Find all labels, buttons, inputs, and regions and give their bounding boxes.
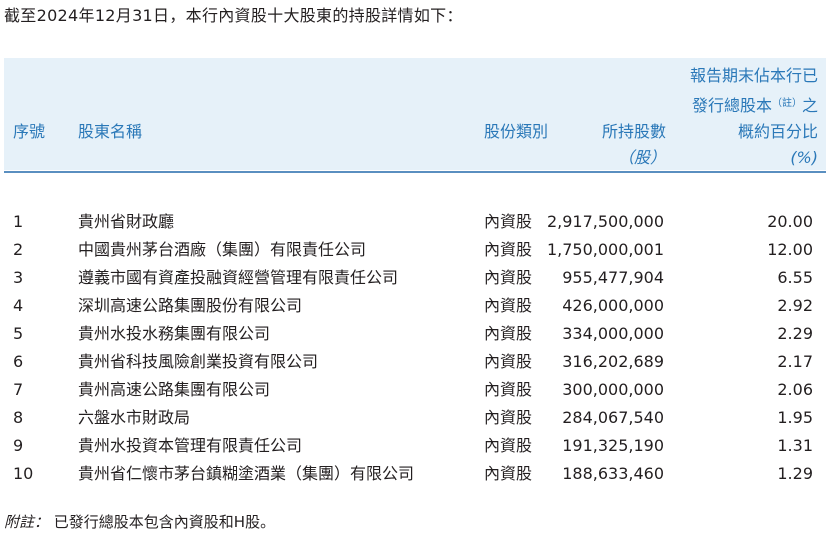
header-pct-note: （註） [771,98,802,109]
table-row: 6 貴州省科技風險創業投資有限公司 內資股 316,202,689 2.17 [0,348,832,376]
table-row: 5 貴州水投水務集團有限公司 內資股 334,000,000 2.29 [0,320,832,348]
row-no: 6 [13,352,24,371]
row-type: 內資股 [484,212,533,231]
row-no: 10 [13,464,34,483]
intro-text: 截至2024年12月31日，本行內資股十大股東的持股詳情如下： [4,6,463,25]
header-pct-line2: 發行總股本（註）之 [692,90,818,120]
row-type: 內資股 [484,240,533,259]
row-type: 內資股 [484,436,533,455]
row-type: 內資股 [484,324,533,343]
row-name: 貴州高速公路集團有限公司 [78,380,271,399]
row-no: 3 [13,268,24,287]
row-shares: 334,000,000 [562,324,664,343]
header-pct-unit: (%) [790,148,818,167]
table-row: 10 貴州省仁懷市茅台鎮糊塗酒業（集團）有限公司 內資股 188,633,460… [0,460,832,488]
header-type: 股份類別 [484,122,549,141]
row-shares: 316,202,689 [562,352,664,371]
row-shares: 284,067,540 [562,408,664,427]
table-row: 4 深圳高速公路集團股份有限公司 內資股 426,000,000 2.92 [0,292,832,320]
table-row: 9 貴州水投資本管理有限責任公司 內資股 191,325,190 1.31 [0,432,832,460]
row-pct: 2.92 [777,296,813,315]
row-pct: 6.55 [777,268,813,287]
row-name: 六盤水市財政局 [78,408,191,427]
row-type: 內資股 [484,268,533,287]
row-no: 4 [13,296,24,315]
row-shares: 426,000,000 [562,296,664,315]
footnote: 附註： 已發行總股本包含內資股和H股。 [4,510,275,534]
row-shares: 188,633,460 [562,464,664,483]
row-type: 內資股 [484,380,533,399]
row-name: 貴州水投水務集團有限公司 [78,324,271,343]
row-type: 內資股 [484,408,533,427]
row-name: 貴州水投資本管理有限責任公司 [78,436,303,455]
row-name: 貴州省科技風險創業投資有限公司 [78,352,319,371]
header-divider [4,171,826,173]
row-type: 內資股 [484,464,533,483]
footnote-text: 已發行總股本包含內資股和H股。 [53,513,276,531]
row-name: 深圳高速公路集團股份有限公司 [78,296,303,315]
row-shares: 955,477,904 [562,268,664,287]
table-body: 1 貴州省財政廳 內資股 2,917,500,000 20.00 2 中國貴州茅… [0,208,832,488]
row-pct: 1.29 [777,464,813,483]
row-name: 貴州省財政廳 [78,212,175,231]
header-name: 股東名稱 [78,122,143,141]
table-row: 1 貴州省財政廳 內資股 2,917,500,000 20.00 [0,208,832,236]
header-pct-line1: 報告期末佔本行已 [689,66,818,85]
header-pct-line3: 概約百分比 [737,122,818,141]
row-name: 中國貴州茅台酒廠（集團）有限責任公司 [78,240,367,259]
row-no: 8 [13,408,24,427]
table-row: 7 貴州高速公路集團有限公司 內資股 300,000,000 2.06 [0,376,832,404]
row-pct: 2.06 [777,380,813,399]
row-pct: 2.29 [777,324,813,343]
row-no: 1 [13,212,24,231]
row-no: 5 [13,324,24,343]
header-pct-line2a: 發行總股本 [691,96,772,115]
row-name: 遵義市國有資產投融資經營管理有限責任公司 [78,268,399,287]
table-row: 8 六盤水市財政局 內資股 284,067,540 1.95 [0,404,832,432]
row-pct: 1.31 [777,436,813,455]
row-pct: 12.00 [767,240,813,259]
table-row: 3 遵義市國有資產投融資經營管理有限責任公司 內資股 955,477,904 6… [0,264,832,292]
header-shares: 所持股數 [601,122,666,141]
row-pct: 2.17 [777,352,813,371]
header-pct-line2b: 之 [801,96,818,115]
header-no: 序號 [13,122,46,141]
row-type: 內資股 [484,352,533,371]
row-shares: 2,917,500,000 [546,212,664,231]
header-shares-unit: （股） [617,148,666,167]
row-name: 貴州省仁懷市茅台鎮糊塗酒業（集團）有限公司 [78,464,415,483]
row-no: 9 [13,436,24,455]
table-header: 序號 股東名稱 股份類別 所持股數 （股） 報告期末佔本行已 發行總股本（註）之… [4,58,826,170]
row-pct: 20.00 [767,212,813,231]
row-shares: 191,325,190 [562,436,664,455]
row-pct: 1.95 [777,408,813,427]
footnote-label: 附註： [4,513,50,531]
row-type: 內資股 [484,296,533,315]
row-shares: 1,750,000,001 [546,240,664,259]
table-row: 2 中國貴州茅台酒廠（集團）有限責任公司 內資股 1,750,000,001 1… [0,236,832,264]
row-no: 2 [13,240,24,259]
row-shares: 300,000,000 [562,380,664,399]
row-no: 7 [13,380,24,399]
